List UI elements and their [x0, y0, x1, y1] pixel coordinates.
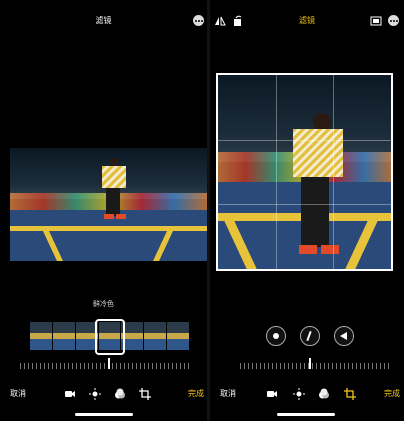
- right-top-bar: 滤镜: [210, 0, 404, 40]
- crop-grid-line: [218, 139, 391, 141]
- aspect-ratio-icon[interactable]: [370, 15, 382, 27]
- filter-thumbnail[interactable]: [167, 322, 191, 350]
- slider-indicator[interactable]: [309, 358, 311, 369]
- video-camera-icon[interactable]: [64, 388, 76, 400]
- crop-grid-line: [275, 75, 277, 269]
- done-button[interactable]: 完成: [384, 388, 400, 399]
- crop-icon[interactable]: [344, 388, 356, 400]
- horizontal-perspective-icon: [340, 332, 347, 340]
- vertical-perspective-button[interactable]: [300, 326, 320, 346]
- photo-child: [92, 158, 132, 228]
- crop-grid-line: [218, 204, 391, 206]
- filters-icon[interactable]: [318, 388, 330, 400]
- straighten-icon: [273, 333, 279, 339]
- left-toolbar: 取消 完成: [0, 386, 207, 402]
- crop-icon[interactable]: [139, 388, 151, 400]
- left-top-bar: 滤镜: [0, 0, 207, 40]
- selected-filter-frame[interactable]: [95, 319, 125, 355]
- straighten-button[interactable]: [266, 326, 286, 346]
- vertical-perspective-icon: [306, 330, 312, 342]
- more-icon[interactable]: [193, 15, 204, 26]
- more-icon[interactable]: [388, 15, 399, 26]
- home-indicator: [277, 413, 335, 416]
- sun-adjust-icon[interactable]: [293, 388, 305, 400]
- video-camera-icon[interactable]: [266, 388, 278, 400]
- home-indicator: [75, 413, 133, 416]
- crop-frame[interactable]: [216, 73, 393, 271]
- horizontal-perspective-button[interactable]: [334, 326, 354, 346]
- done-button[interactable]: 完成: [188, 388, 204, 399]
- filter-name-label: 鲜冷色: [93, 300, 114, 308]
- filter-thumbnail[interactable]: [52, 322, 76, 350]
- right-toolbar: 取消 完成: [210, 386, 404, 402]
- crop-grid-line: [333, 75, 335, 269]
- left-edit-screen: 滤镜 鲜冷色 取消 完成: [0, 0, 207, 421]
- intensity-slider[interactable]: [20, 363, 190, 369]
- straighten-slider[interactable]: [240, 363, 390, 369]
- cancel-button[interactable]: 取消: [10, 388, 26, 399]
- filters-icon[interactable]: [114, 388, 126, 400]
- cancel-button[interactable]: 取消: [220, 388, 236, 399]
- left-photo-preview: [10, 148, 207, 261]
- filter-thumbnail[interactable]: [30, 322, 53, 350]
- sun-adjust-icon[interactable]: [89, 388, 101, 400]
- filter-thumbnail[interactable]: [144, 322, 168, 350]
- left-title: 滤镜: [95, 16, 112, 25]
- slider-indicator[interactable]: [108, 358, 110, 369]
